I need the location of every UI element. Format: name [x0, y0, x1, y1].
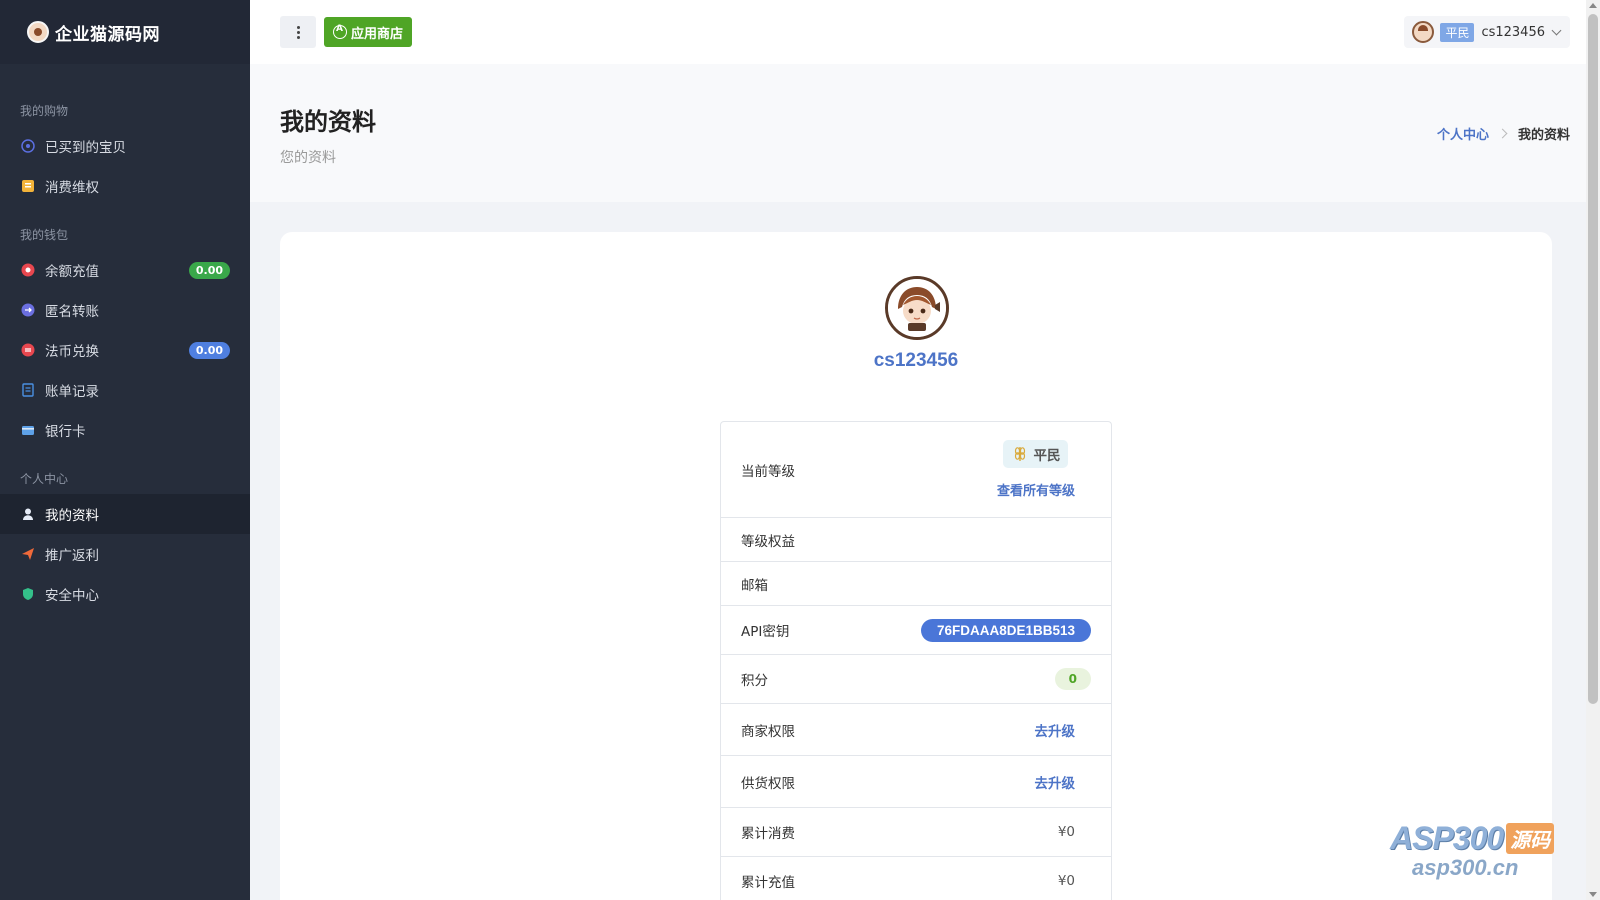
- sidebar-item-label: 已买到的宝贝: [45, 140, 126, 156]
- row-total-recharge: 累计充值 ¥0: [721, 857, 1111, 900]
- view-all-levels-link[interactable]: 查看所有等级: [997, 480, 1075, 499]
- points-label: 积分: [741, 673, 768, 689]
- page-scrollbar[interactable]: [1586, 0, 1600, 900]
- app-store-icon: [333, 24, 347, 39]
- brand[interactable]: 企业猫源码网: [0, 0, 250, 64]
- sidebar-item-promotion[interactable]: 推广返利: [0, 534, 250, 574]
- supply-permission-label: 供货权限: [741, 775, 795, 792]
- level-badge: 平民: [1003, 440, 1069, 468]
- sidebar-item-label: 银行卡: [45, 424, 86, 440]
- sidebar-item-purchased[interactable]: 已买到的宝贝: [0, 126, 250, 166]
- total-recharge-label: 累计充值: [741, 875, 795, 891]
- bag-circle-icon: [20, 139, 35, 154]
- sidebar-item-transfer[interactable]: 匿名转账: [0, 290, 250, 330]
- email-label: 邮箱: [741, 577, 768, 594]
- app-store-label: 应用商店: [351, 26, 404, 42]
- sidebar-item-my-profile[interactable]: 我的资料: [0, 494, 250, 534]
- scroll-down-arrow-icon[interactable]: [1589, 892, 1597, 897]
- balance-badge: 0.00: [188, 261, 230, 279]
- row-current-level: 当前等级 平民 查看所有等级: [721, 422, 1111, 518]
- recharge-icon: [20, 263, 35, 278]
- row-points: 积分 0: [721, 655, 1111, 704]
- nav-section-personal: 个人中心: [20, 472, 69, 486]
- page-title: 我的资料: [280, 108, 376, 136]
- merchant-upgrade-link[interactable]: 去升级: [1035, 720, 1076, 740]
- scroll-thumb[interactable]: [1588, 14, 1598, 704]
- watermark-domain: asp300.cn: [1412, 855, 1519, 880]
- avatar: [885, 276, 949, 340]
- sidebar-item-label: 匿名转账: [45, 304, 99, 320]
- merchant-permission-label: 商家权限: [741, 723, 795, 740]
- api-key-value[interactable]: 76FDAAA8DE1BB513: [920, 618, 1091, 642]
- sidebar-item-label: 安全中心: [45, 588, 99, 604]
- chevron-right-icon: [1497, 128, 1508, 139]
- breadcrumb-current: 我的资料: [1517, 128, 1570, 143]
- topbar: 应用商店 平民 cs123456: [250, 0, 1586, 64]
- brand-logo-icon: [27, 21, 49, 43]
- sidebar-item-bank-card[interactable]: 银行卡: [0, 410, 250, 450]
- sidebar-item-label: 消费维权: [45, 180, 99, 196]
- profile-username: cs123456: [873, 350, 959, 371]
- row-supply-permission: 供货权限 去升级: [721, 756, 1111, 808]
- transfer-icon: [20, 303, 35, 318]
- wheat-icon: [1015, 447, 1026, 461]
- breadcrumb: 个人中心 我的资料: [1437, 124, 1570, 143]
- brand-name: 企业猫源码网: [55, 24, 160, 45]
- paper-plane-icon: [20, 547, 35, 562]
- page-subtitle: 您的资料: [280, 150, 336, 166]
- row-level-benefits: 等级权益: [721, 518, 1111, 562]
- level-box: 平民 查看所有等级: [997, 440, 1075, 499]
- sidebar-item-label: 法币兑换: [45, 344, 99, 360]
- row-api-key: API密钥 76FDAAA8DE1BB513: [721, 606, 1111, 655]
- total-spent-value: ¥0: [1057, 824, 1075, 840]
- chevron-down-icon: [1551, 25, 1562, 35]
- watermark: ASP300 源码 asp300.cn: [1390, 820, 1590, 896]
- level-benefits-label: 等级权益: [741, 533, 795, 550]
- supply-upgrade-link[interactable]: 去升级: [1035, 772, 1076, 792]
- sidebar-item-exchange[interactable]: 法币兑换 0.00: [0, 330, 250, 370]
- shield-icon: [20, 587, 35, 602]
- app-store-button[interactable]: 应用商店: [324, 17, 413, 47]
- complaint-icon: [20, 179, 35, 194]
- more-menu-button[interactable]: [280, 16, 316, 48]
- level-value: 平民: [1033, 448, 1061, 464]
- profile-info-table: 当前等级 平民 查看所有等级 等级权益 邮箱 API密钥 76FDAAA8DE1…: [720, 421, 1112, 900]
- points-value: 0: [1054, 668, 1091, 690]
- row-total-spent: 累计消费 ¥0: [721, 808, 1111, 857]
- bill-icon: [20, 383, 35, 398]
- sidebar-item-label: 推广返利: [45, 548, 99, 564]
- watermark-brand: ASP300: [1390, 820, 1504, 856]
- user-menu[interactable]: 平民 cs123456: [1404, 16, 1570, 48]
- sidebar-item-label: 余额充值: [45, 264, 99, 280]
- exchange-icon: [20, 343, 35, 358]
- sidebar-item-recharge[interactable]: 余额充值 0.00: [0, 250, 250, 290]
- sidebar-item-bills[interactable]: 账单记录: [0, 370, 250, 410]
- row-email: 邮箱: [721, 562, 1111, 606]
- user-icon: [20, 507, 35, 522]
- breadcrumb-link-personal-center[interactable]: 个人中心: [1437, 124, 1489, 143]
- exchange-badge: 0.00: [188, 341, 230, 359]
- api-key-label: API密钥: [741, 624, 790, 640]
- sidebar-item-complaint[interactable]: 消费维权: [0, 166, 250, 206]
- row-merchant-permission: 商家权限 去升级: [721, 704, 1111, 756]
- sidebar-item-security[interactable]: 安全中心: [0, 574, 250, 614]
- nav-section-wallet: 我的钱包: [20, 228, 69, 242]
- total-spent-label: 累计消费: [741, 826, 795, 842]
- current-level-label: 当前等级: [741, 463, 795, 480]
- page-header: 我的资料 您的资料 个人中心 我的资料: [250, 64, 1586, 202]
- total-recharge-value: ¥0: [1057, 873, 1075, 889]
- profile-card: cs123456 当前等级 平民 查看所有等级 等级权益 邮箱 API密钥 76…: [280, 232, 1552, 900]
- user-level-tag: 平民: [1440, 22, 1475, 42]
- sidebar-item-label: 我的资料: [45, 508, 99, 524]
- user-name: cs123456: [1481, 24, 1545, 40]
- watermark-tag: 源码: [1506, 823, 1555, 854]
- sidebar-item-label: 账单记录: [45, 384, 99, 400]
- bank-card-icon: [20, 423, 35, 438]
- scroll-up-arrow-icon[interactable]: [1589, 3, 1597, 8]
- vertical-dots-icon: [296, 25, 300, 39]
- sidebar: 企业猫源码网 我的购物 已买到的宝贝 消费维权 我的钱包 余额充值 0.00 匿…: [0, 0, 250, 900]
- nav-section-shopping: 我的购物: [20, 104, 69, 118]
- avatar: [1412, 21, 1435, 43]
